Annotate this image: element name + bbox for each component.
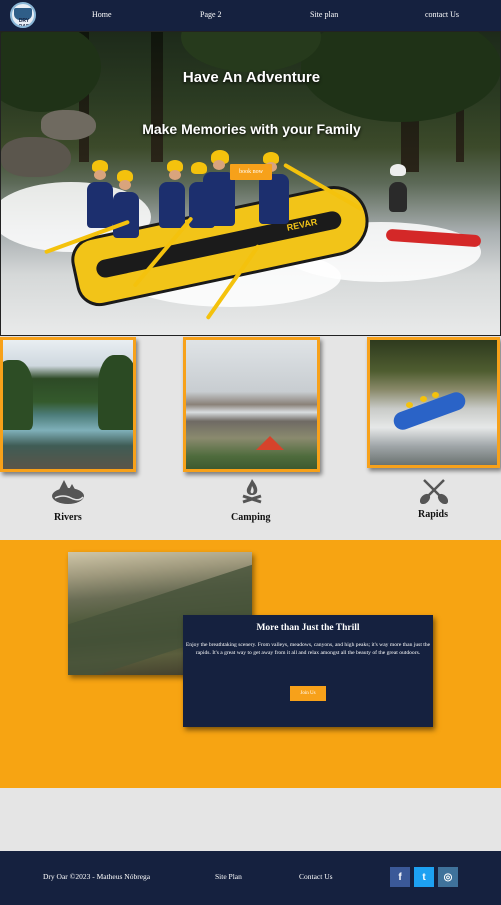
- footer-copyright: Dry Oar ©2023 - Matheus Nóbrega: [43, 872, 151, 881]
- rivers-image: [0, 337, 136, 472]
- book-now-button[interactable]: book now: [230, 164, 272, 180]
- river-trees-icon: [52, 480, 84, 504]
- campfire-icon: [242, 479, 262, 504]
- facebook-icon[interactable]: f: [390, 867, 410, 887]
- promo-text: Enjoy the breathtaking scenery. From val…: [185, 642, 431, 657]
- promo-title: More than Just the Thrill: [256, 623, 360, 633]
- nav-page2-link[interactable]: Page 2: [200, 10, 222, 19]
- camping-label: Camping: [231, 512, 271, 523]
- camping-image: [183, 337, 320, 472]
- crossed-paddles-icon: [420, 479, 448, 504]
- nav-contact-link[interactable]: contact Us: [425, 10, 459, 19]
- rapids-image: [367, 337, 500, 468]
- logo[interactable]: DRY OAR: [10, 2, 36, 28]
- rivers-label: Rivers: [54, 512, 82, 523]
- footer: Dry Oar ©2023 - Matheus Nóbrega Site Pla…: [0, 851, 501, 905]
- hero-title: Have An Adventure: [182, 69, 321, 86]
- logo-text: DRY OAR: [18, 18, 30, 28]
- rapids-label: Rapids: [418, 509, 449, 520]
- hero-banner: REVAR Have An Adventure Make Memories wi…: [0, 31, 501, 336]
- nav-site-plan-link[interactable]: Site plan: [310, 10, 338, 19]
- instagram-icon[interactable]: ◎: [438, 867, 458, 887]
- footer-site-plan-link[interactable]: Site Plan: [215, 872, 242, 881]
- join-us-button[interactable]: Join Us: [290, 686, 326, 701]
- top-navbar: DRY OAR Home Page 2 Site plan contact Us: [0, 0, 501, 31]
- footer-contact-link[interactable]: Contact Us: [299, 872, 333, 881]
- hero-subtitle: Make Memories with your Family: [142, 121, 361, 137]
- promo-card: More than Just the Thrill Enjoy the brea…: [183, 615, 433, 727]
- twitter-icon[interactable]: t: [414, 867, 434, 887]
- nav-home-link[interactable]: Home: [92, 10, 112, 19]
